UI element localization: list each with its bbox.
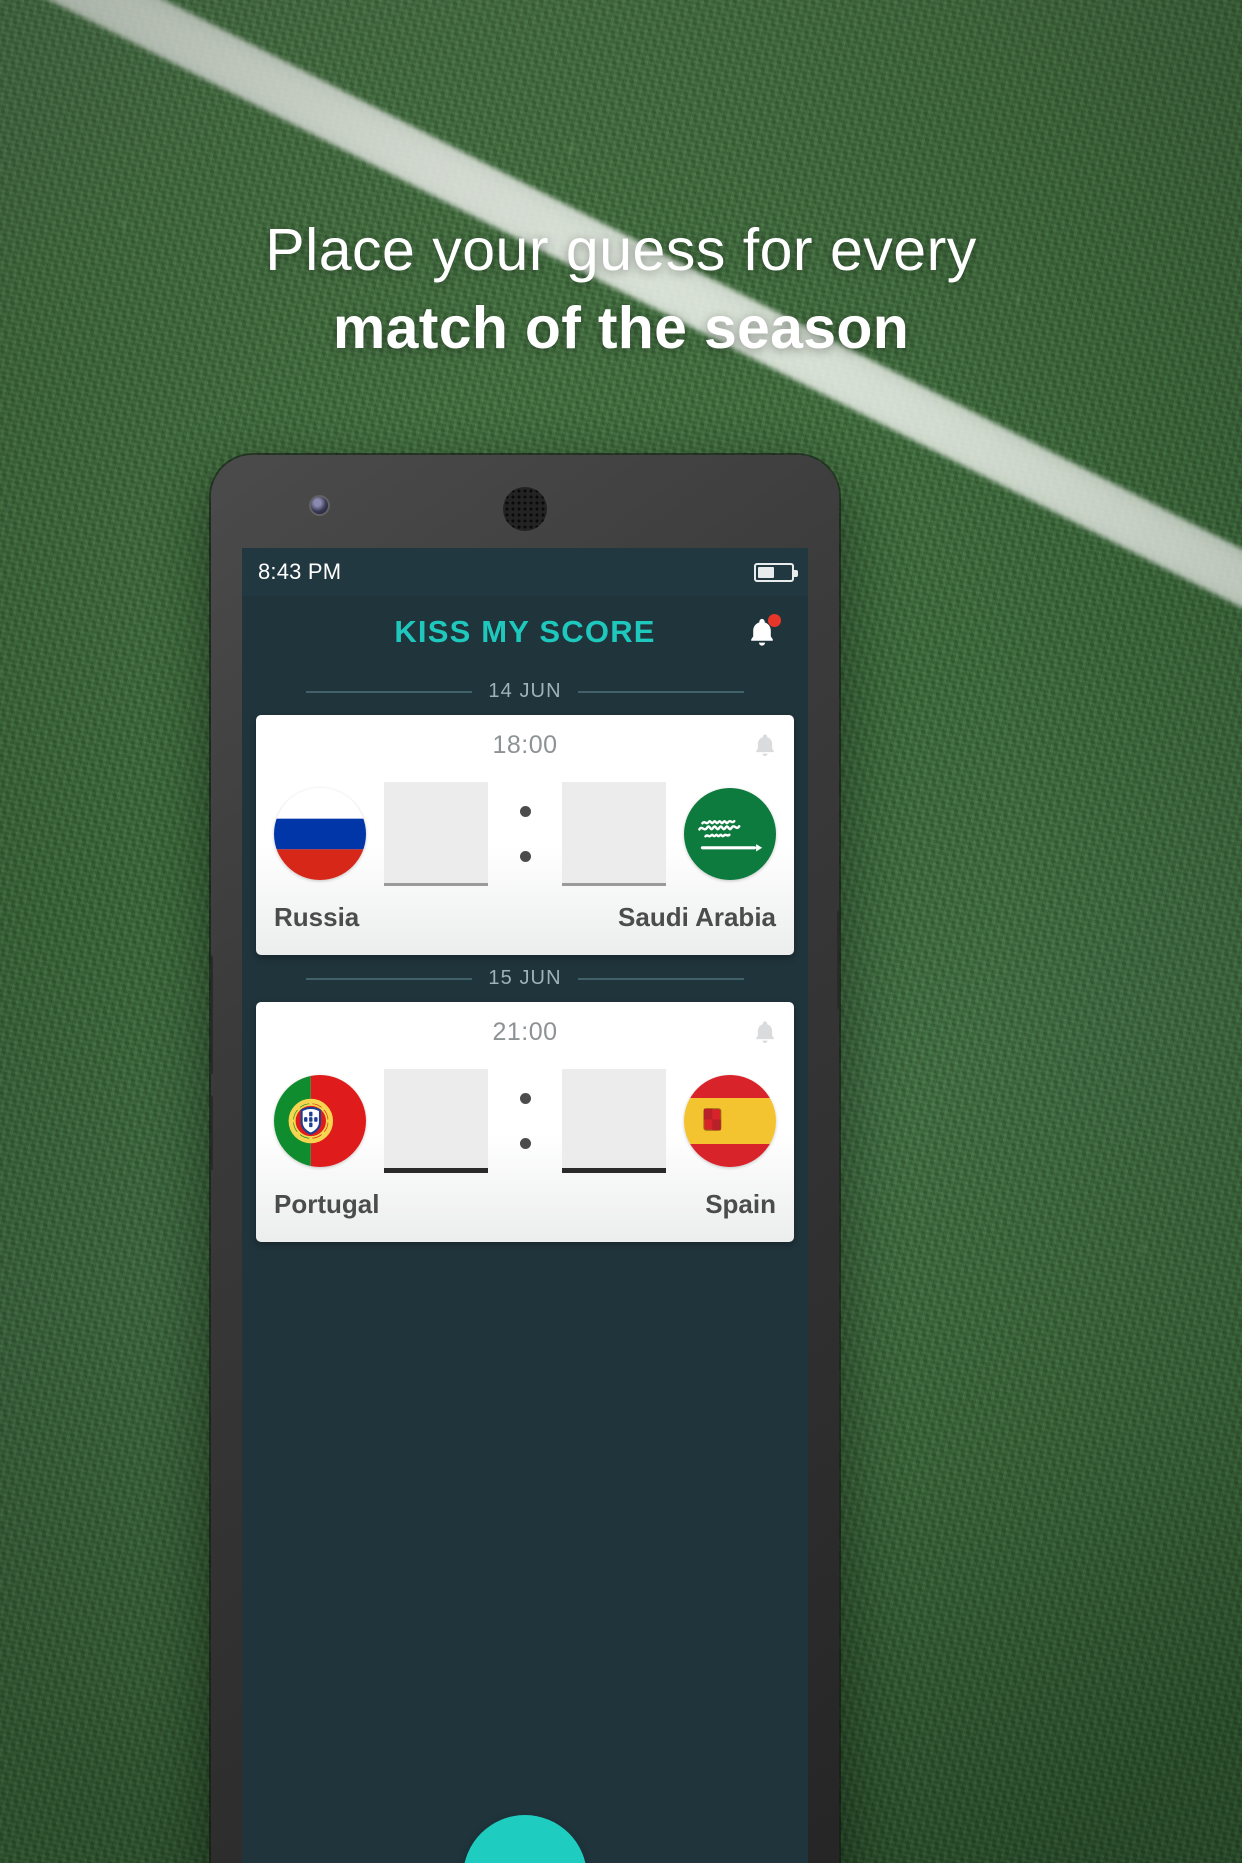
team-names-row: Russia Saudi Arabia [274,902,776,933]
away-team-name: Spain [705,1189,776,1220]
separator-dot-bottom [519,1138,531,1150]
away-team-name: Saudi Arabia [618,902,776,932]
promo-screenshot: Place your guess for every match of the … [0,0,1242,1863]
home-team-name: Russia [274,902,360,932]
score-separator [506,782,545,886]
date-divider-1: 15 JUN [256,955,794,1002]
match-row [274,1069,776,1174]
separator-dot-top [519,806,531,817]
phone-power-button [211,1095,213,1171]
saudi-arabia-flag-svg [684,788,776,880]
portugal-flag-svg [274,1075,366,1168]
divider-rule-right [577,977,745,980]
status-bar-clock: 8:43 PM [258,559,342,584]
away-score-input[interactable] [562,782,667,886]
headline-line-1: Place your guess for every [265,217,977,283]
battery-icon [754,562,798,582]
match-kickoff-time: 21:00 [492,1018,558,1047]
home-score-input[interactable] [383,1069,488,1174]
date-divider-0: 14 JUN [256,668,794,715]
score-separator [506,1069,545,1173]
notification-bell-button[interactable] [742,612,782,652]
away-score-input[interactable] [562,1069,667,1174]
bell-icon [756,734,774,757]
russia-flag-svg [274,788,366,880]
phone-side-button-right [837,910,839,1010]
home-team-name: Portugal [274,1189,380,1220]
matches-list[interactable]: 14 JUN 18:00 Russia Saudi Arabia 15 JUN … [242,668,808,1843]
front-camera-icon [311,497,328,514]
flag-portugal-icon [274,1075,366,1168]
notification-badge [768,614,781,627]
match-row [274,782,776,886]
headline-line-2: match of the season [332,294,910,361]
phone-screen: 8:43 PM KISS MY SCORE 14 JUN 18:00 Russi… [242,548,808,1863]
phone-volume-button [211,955,213,1075]
match-card-1[interactable]: 21:00 Portugal Spain [256,1002,794,1243]
divider-rule-left [306,690,473,693]
promo-headline: Place your guess for every match of the … [0,216,1242,363]
match-kickoff-time: 18:00 [492,731,558,759]
match-card-0[interactable]: 18:00 Russia Saudi Arabia [256,715,794,956]
divider-rule-right [577,690,745,693]
match-reminder-button[interactable] [752,731,778,764]
spain-flag-svg [684,1075,776,1168]
app-title: KISS MY SCORE [394,614,656,649]
status-bar: 8:43 PM [242,548,808,596]
team-names-row: Portugal Spain [274,1189,776,1220]
app-bar: KISS MY SCORE [242,596,808,668]
flag-russia-icon [274,788,366,880]
flag-spain-icon [684,1075,776,1168]
date-label: 14 JUN [488,680,562,702]
battery-fill [758,566,774,578]
separator-dot-top [519,1093,531,1105]
bell-icon [756,1021,774,1044]
date-label: 15 JUN [488,967,562,990]
phone-mockup: 8:43 PM KISS MY SCORE 14 JUN 18:00 Russi… [211,455,839,1863]
phone-bezel-top [211,455,839,548]
divider-rule-left [306,977,473,980]
match-reminder-button[interactable] [752,1018,778,1051]
flag-saudi-arabia-icon [684,788,776,880]
earpiece-speaker-icon [503,487,547,531]
home-score-input[interactable] [383,782,488,886]
bottom-navigation: Leagues Profile Games [242,1815,808,1863]
separator-dot-bottom [519,851,531,862]
